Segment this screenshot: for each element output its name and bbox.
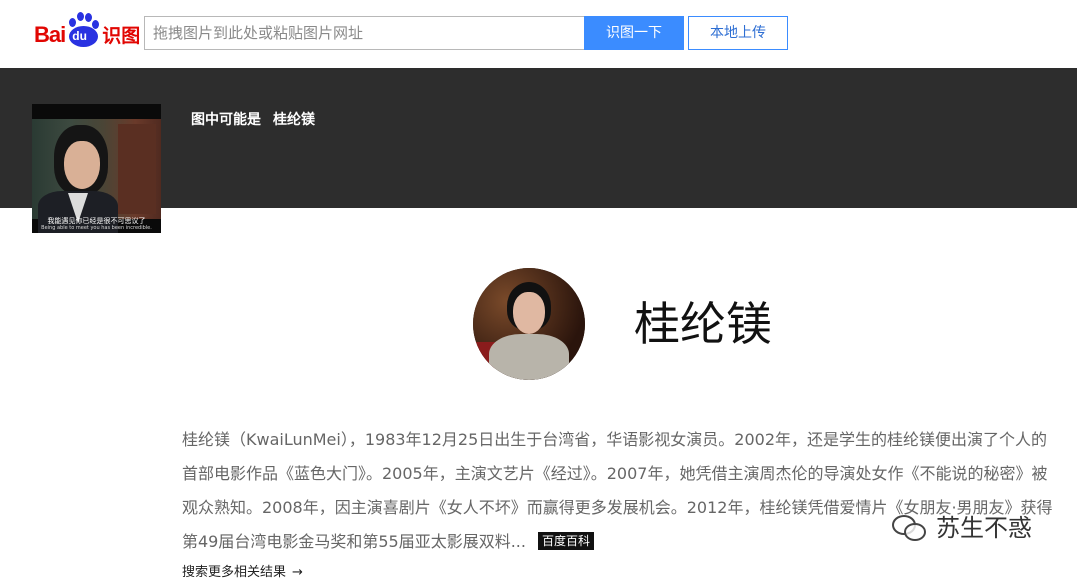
thumbnail-subtitle-cn: 我能遇见你已经是很不可思议了: [47, 217, 146, 225]
arrow-right-icon: →: [292, 565, 303, 580]
logo-shitu-text: 识图: [102, 25, 141, 47]
maybe-name[interactable]: 桂纶镁: [273, 112, 315, 128]
watermark: 苏生不惑: [890, 508, 1032, 543]
top-bar: Bai du 识图 拖拽图片到此处或粘贴图片网址 识图一下 本地上传: [0, 0, 1077, 68]
person-avatar[interactable]: [473, 268, 585, 380]
thumbnail-subtitle-en: Being able to meet you has been incredib…: [41, 225, 152, 231]
recognize-button[interactable]: 识图一下: [584, 16, 684, 50]
local-upload-button[interactable]: 本地上传: [688, 16, 788, 50]
logo-bai-text: Bai: [34, 22, 66, 47]
query-image-thumbnail[interactable]: 我能遇见你已经是很不可思议了 Being able to meet you ha…: [32, 104, 161, 233]
baidu-paw-icon: du: [66, 12, 100, 48]
identification-result: 图中可能是 桂纶镁: [191, 109, 315, 129]
watermark-text: 苏生不惑: [936, 514, 1032, 542]
baike-source-badge[interactable]: 百度百科: [537, 532, 594, 550]
more-results-label: 搜索更多相关结果: [182, 565, 287, 580]
person-name: 桂纶镁: [634, 297, 772, 351]
wechat-icon: [890, 511, 930, 541]
logo-du-text: du: [72, 29, 87, 43]
more-results-link[interactable]: 搜索更多相关结果 →: [182, 561, 303, 580]
image-url-input[interactable]: 拖拽图片到此处或粘贴图片网址: [144, 16, 592, 50]
result-banner: [0, 68, 1077, 208]
baidu-shitu-logo[interactable]: Bai du 识图: [34, 12, 140, 48]
maybe-label: 图中可能是: [191, 112, 261, 128]
